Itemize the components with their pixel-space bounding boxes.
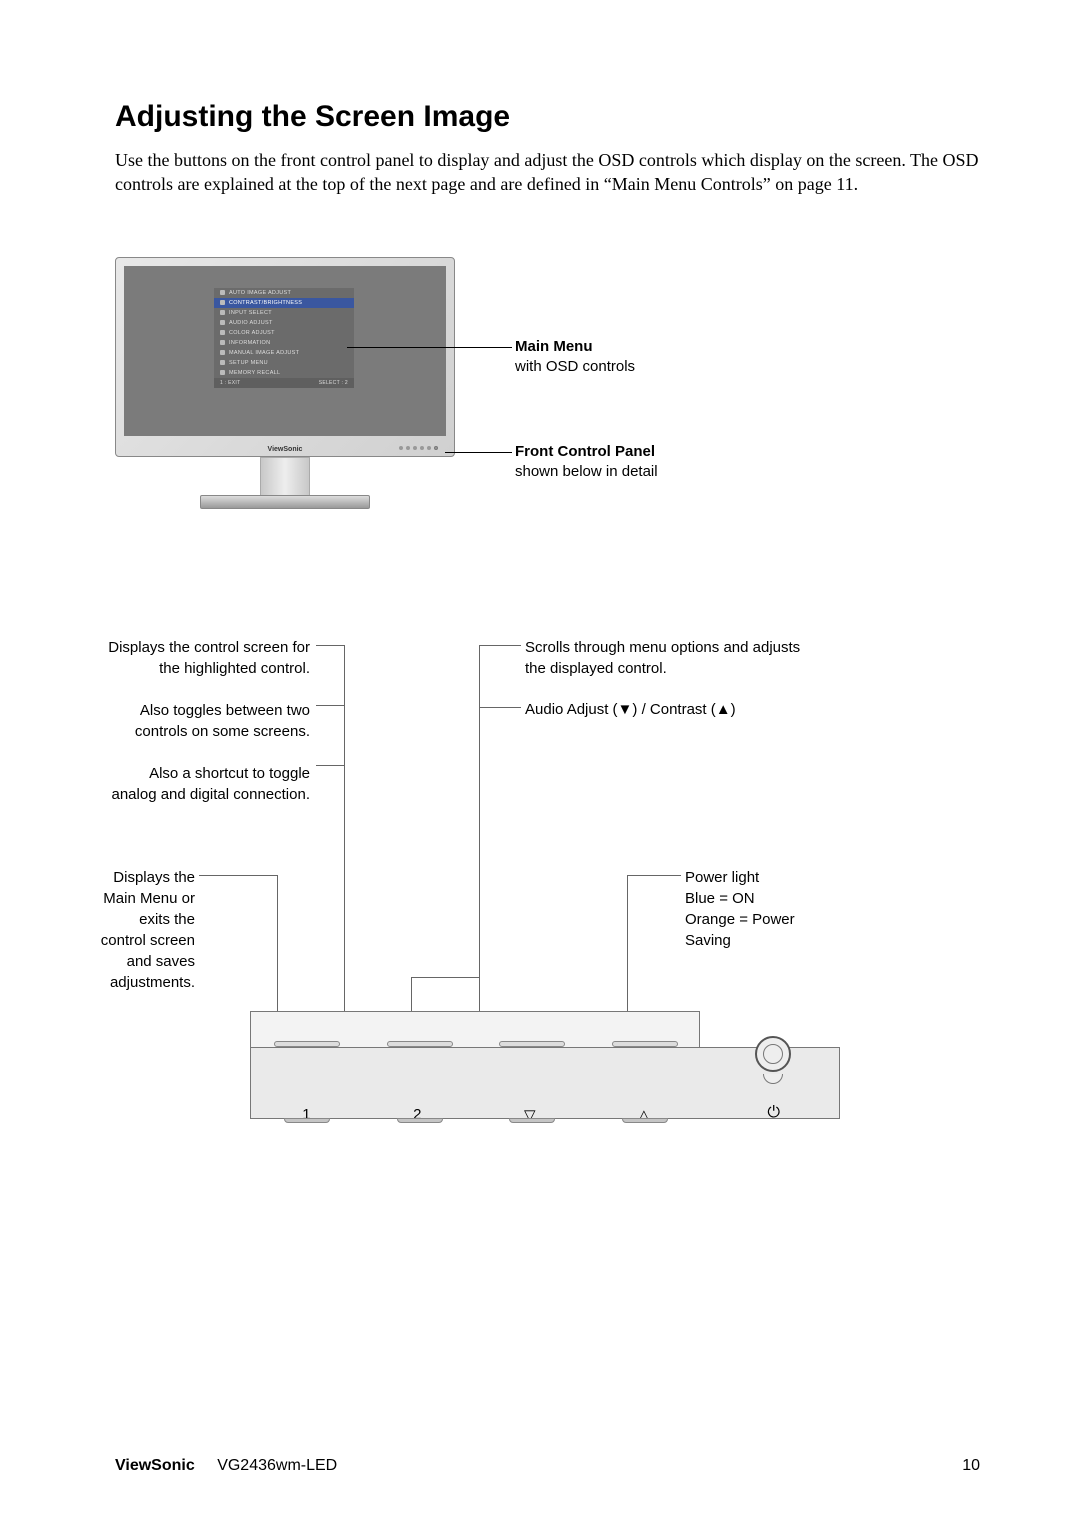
callout-title: Main Menu bbox=[515, 338, 593, 355]
leader-line bbox=[347, 347, 512, 348]
label-button-1: Displays the Main Menu or exits the cont… bbox=[95, 867, 195, 993]
leader-line bbox=[445, 452, 512, 453]
page-heading: Adjusting the Screen Image bbox=[115, 100, 980, 134]
callout-main-menu: Main Menu with OSD controls bbox=[515, 337, 635, 378]
power-button-chin bbox=[763, 1074, 783, 1084]
power-icon: ⏻ bbox=[767, 1104, 780, 1122]
osd-item: COLOR ADJUST bbox=[229, 330, 275, 336]
leader-line bbox=[479, 645, 480, 977]
osd-item: SETUP MENU bbox=[229, 360, 268, 366]
monitor-stand-neck bbox=[260, 457, 310, 497]
label-shortcut: Audio Adjust (▼) / Contrast (▲) bbox=[525, 699, 825, 720]
label-arrows: Scrolls through menu options and adjusts… bbox=[525, 637, 825, 679]
button-2[interactable] bbox=[387, 1041, 453, 1047]
footer-model: VG2436wm-LED bbox=[217, 1457, 337, 1474]
front-control-strip: 1 2 ▽ △ ⏻ bbox=[250, 1047, 840, 1157]
bezel-buttons bbox=[399, 446, 438, 450]
callout-front-panel: Front Control Panel shown below in detai… bbox=[515, 442, 658, 483]
button-up[interactable] bbox=[612, 1041, 678, 1047]
osd-icon bbox=[220, 350, 225, 355]
page-footer: ViewSonic VG2436wm-LED 10 bbox=[115, 1457, 980, 1475]
monitor-stand-base bbox=[200, 495, 370, 509]
leader-line bbox=[316, 705, 344, 706]
leader-line bbox=[316, 765, 344, 766]
monitor-bezel: AUTO IMAGE ADJUST CONTRAST/BRIGHTNESS IN… bbox=[115, 257, 455, 457]
osd-icon bbox=[220, 310, 225, 315]
osd-footer-right: SELECT : 2 bbox=[319, 380, 348, 386]
osd-menu: AUTO IMAGE ADJUST CONTRAST/BRIGHTNESS IN… bbox=[214, 288, 354, 388]
osd-icon bbox=[220, 360, 225, 365]
callout-sub: shown below in detail bbox=[515, 463, 658, 480]
intro-paragraph: Use the buttons on the front control pan… bbox=[115, 148, 980, 197]
button-1[interactable] bbox=[274, 1041, 340, 1047]
osd-item: MEMORY RECALL bbox=[229, 370, 280, 376]
button-description-block: Displays the control screen for the high… bbox=[115, 637, 980, 1197]
footer-page-number: 10 bbox=[962, 1457, 980, 1475]
monitor-screen: AUTO IMAGE ADJUST CONTRAST/BRIGHTNESS IN… bbox=[124, 266, 446, 436]
callout-sub: with OSD controls bbox=[515, 358, 635, 375]
osd-icon bbox=[220, 330, 225, 335]
button-down[interactable] bbox=[499, 1041, 565, 1047]
label-button-2: Displays the control screen for the high… bbox=[105, 637, 310, 805]
osd-item: AUTO IMAGE ADJUST bbox=[229, 290, 291, 296]
leader-line bbox=[411, 977, 479, 978]
osd-icon bbox=[220, 340, 225, 345]
strip-face: 1 2 ▽ △ ⏻ bbox=[250, 1047, 840, 1119]
leader-line bbox=[479, 645, 521, 646]
osd-icon bbox=[220, 300, 225, 305]
osd-icon bbox=[220, 370, 225, 375]
leader-line bbox=[479, 707, 521, 708]
power-button[interactable] bbox=[755, 1036, 791, 1072]
button-row bbox=[251, 1041, 701, 1047]
label-power-light: Power light Blue = ON Orange = Power Sav… bbox=[685, 867, 815, 951]
osd-item: INPUT SELECT bbox=[229, 310, 272, 316]
leader-line bbox=[627, 875, 681, 876]
monitor-illustration: AUTO IMAGE ADJUST CONTRAST/BRIGHTNESS IN… bbox=[115, 257, 980, 557]
osd-icon bbox=[220, 290, 225, 295]
osd-item: AUDIO ADJUST bbox=[229, 320, 273, 326]
osd-item: MANUAL IMAGE ADJUST bbox=[229, 350, 299, 356]
footer-brand: ViewSonic bbox=[115, 1457, 195, 1474]
leader-line bbox=[344, 645, 345, 1045]
leader-line bbox=[316, 645, 344, 646]
power-led-icon bbox=[434, 446, 438, 450]
osd-footer-left: 1 : EXIT bbox=[220, 380, 240, 386]
button-tabs bbox=[251, 1118, 701, 1123]
osd-item: CONTRAST/BRIGHTNESS bbox=[229, 300, 302, 306]
callout-title: Front Control Panel bbox=[515, 443, 655, 460]
osd-item: INFORMATION bbox=[229, 340, 270, 346]
leader-line bbox=[199, 875, 277, 876]
osd-icon bbox=[220, 320, 225, 325]
